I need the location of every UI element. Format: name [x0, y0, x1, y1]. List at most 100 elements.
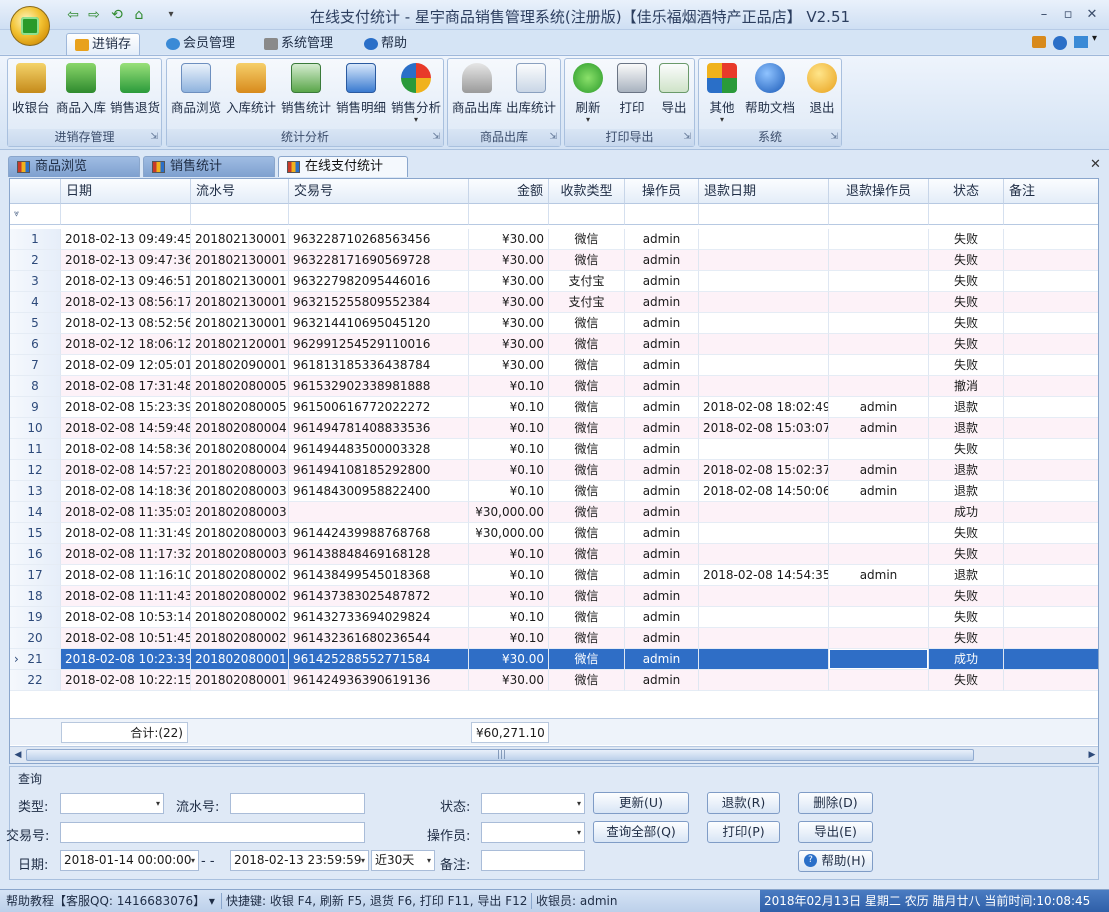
cart-icon[interactable] — [1032, 36, 1046, 48]
table-cell[interactable] — [1004, 544, 1098, 565]
table-cell[interactable]: 微信 — [549, 502, 625, 523]
table-cell[interactable] — [829, 250, 929, 271]
table-cell[interactable]: ¥30.00 — [469, 313, 549, 334]
back-icon[interactable]: ⇦ — [64, 7, 82, 23]
filter-cell[interactable] — [699, 204, 829, 225]
table-cell[interactable]: 2018-02-13 09:47:36 — [61, 250, 191, 271]
table-cell[interactable]: 微信 — [549, 670, 625, 691]
refresh-icon[interactable]: ⟲ — [108, 7, 126, 23]
table-cell[interactable]: ¥30.00 — [469, 649, 549, 670]
filter-cell[interactable] — [191, 204, 289, 225]
tab-member[interactable]: 会员管理 — [158, 33, 243, 55]
table-cell[interactable]: 退款 — [929, 418, 1004, 439]
table-cell[interactable]: 201802090001 — [191, 355, 289, 376]
filter-cell[interactable] — [929, 204, 1004, 225]
row-number[interactable]: 7 — [10, 355, 61, 376]
table-cell[interactable]: 961425288552771584 — [289, 649, 469, 670]
forward-icon[interactable]: ⇨ — [85, 7, 103, 23]
table-cell[interactable]: 微信 — [549, 628, 625, 649]
tab-system[interactable]: 系统管理 — [256, 33, 341, 55]
table-cell[interactable]: 2018-02-13 08:56:17 — [61, 292, 191, 313]
table-cell[interactable]: 微信 — [549, 334, 625, 355]
table-cell[interactable] — [829, 670, 929, 691]
ribbon-options-icon[interactable]: ▾ — [1092, 33, 1097, 44]
table-cell[interactable] — [699, 250, 829, 271]
stock-in-button[interactable]: 商品入库 — [56, 63, 106, 116]
row-number[interactable]: 10 — [10, 418, 61, 439]
row-number[interactable]: 11 — [10, 439, 61, 460]
table-cell[interactable]: 失败 — [929, 439, 1004, 460]
table-cell[interactable]: 201802130001 — [191, 292, 289, 313]
stock-out-stats-button[interactable]: 出库统计 — [506, 63, 556, 116]
table-cell[interactable]: admin — [625, 271, 699, 292]
table-cell[interactable] — [699, 586, 829, 607]
table-cell[interactable]: ¥30.00 — [469, 250, 549, 271]
table-cell[interactable] — [699, 544, 829, 565]
row-number[interactable]: 6 — [10, 334, 61, 355]
row-number[interactable]: 14 — [10, 502, 61, 523]
table-cell[interactable]: ¥0.10 — [469, 628, 549, 649]
table-cell[interactable]: 2018-02-08 10:23:39 — [61, 649, 191, 670]
table-cell[interactable]: 退款 — [929, 397, 1004, 418]
table-cell[interactable]: ¥30,000.00 — [469, 502, 549, 523]
table-cell[interactable]: 961813185336438784 — [289, 355, 469, 376]
table-cell[interactable]: 微信 — [549, 418, 625, 439]
table-cell[interactable]: 961532902338981888 — [289, 376, 469, 397]
column-header[interactable]: 收款类型 — [549, 179, 625, 204]
table-cell[interactable]: 成功 — [929, 649, 1004, 670]
table-cell[interactable]: 失败 — [929, 313, 1004, 334]
column-header[interactable]: 备注 — [1004, 179, 1098, 204]
horizontal-scrollbar[interactable]: ◀ ||| ▶ — [10, 746, 1098, 763]
table-cell[interactable]: 961432733694029824 — [289, 607, 469, 628]
row-number[interactable]: 22 — [10, 670, 61, 691]
delete-button[interactable]: 删除(D) — [798, 792, 873, 814]
table-cell[interactable]: 微信 — [549, 439, 625, 460]
table-cell[interactable]: 2018-02-08 10:51:45 — [61, 628, 191, 649]
table-cell[interactable] — [1004, 334, 1098, 355]
table-cell[interactable]: 失败 — [929, 523, 1004, 544]
table-cell[interactable]: 微信 — [549, 544, 625, 565]
table-cell[interactable]: 2018-02-08 17:31:48 — [61, 376, 191, 397]
maximize-button[interactable]: ▫ — [1056, 6, 1080, 24]
scroll-thumb[interactable]: ||| — [26, 749, 974, 761]
table-cell[interactable] — [829, 586, 929, 607]
table-cell[interactable] — [1004, 502, 1098, 523]
update-button[interactable]: 更新(U) — [593, 792, 689, 814]
date-from-picker[interactable]: 2018-01-14 00:00:00 ▾ — [60, 850, 199, 871]
table-cell[interactable]: 201802130001 — [191, 271, 289, 292]
table-cell[interactable] — [1004, 670, 1098, 691]
table-cell[interactable]: 微信 — [549, 565, 625, 586]
table-cell[interactable]: 2018-02-08 11:17:32 — [61, 544, 191, 565]
table-cell[interactable]: 201802080005 — [191, 397, 289, 418]
table-cell[interactable] — [1004, 376, 1098, 397]
table-cell[interactable] — [1004, 250, 1098, 271]
table-cell[interactable] — [699, 334, 829, 355]
table-cell[interactable]: 961494108185292800 — [289, 460, 469, 481]
table-cell[interactable]: 退款 — [929, 565, 1004, 586]
table-cell[interactable]: 963214410695045120 — [289, 313, 469, 334]
refresh-button[interactable]: 刷新 ▾ — [573, 63, 603, 124]
table-cell[interactable]: 2018-02-13 09:46:51 — [61, 271, 191, 292]
table-cell[interactable]: admin — [625, 334, 699, 355]
column-header[interactable]: 状态 — [929, 179, 1004, 204]
table-cell[interactable]: 失败 — [929, 586, 1004, 607]
table-cell[interactable]: 201802080002 — [191, 565, 289, 586]
row-number[interactable]: 12 — [10, 460, 61, 481]
table-cell[interactable] — [1004, 649, 1098, 670]
table-cell[interactable]: 2018-02-08 15:23:39 — [61, 397, 191, 418]
table-cell[interactable]: 2018-02-09 12:05:01 — [61, 355, 191, 376]
table-cell[interactable]: 963227982095446016 — [289, 271, 469, 292]
print-button[interactable]: 打印 — [617, 63, 647, 116]
table-cell[interactable]: 961432361680236544 — [289, 628, 469, 649]
table-cell[interactable] — [829, 229, 929, 250]
table-cell[interactable]: admin — [625, 376, 699, 397]
table-cell[interactable]: 退款 — [929, 481, 1004, 502]
table-cell[interactable]: 微信 — [549, 376, 625, 397]
table-cell[interactable]: 支付宝 — [549, 292, 625, 313]
table-cell[interactable]: 失败 — [929, 334, 1004, 355]
table-cell[interactable] — [829, 544, 929, 565]
table-cell[interactable]: 微信 — [549, 229, 625, 250]
type-select[interactable]: ▾ — [60, 793, 164, 814]
table-cell[interactable]: 微信 — [549, 397, 625, 418]
table-cell[interactable] — [699, 355, 829, 376]
